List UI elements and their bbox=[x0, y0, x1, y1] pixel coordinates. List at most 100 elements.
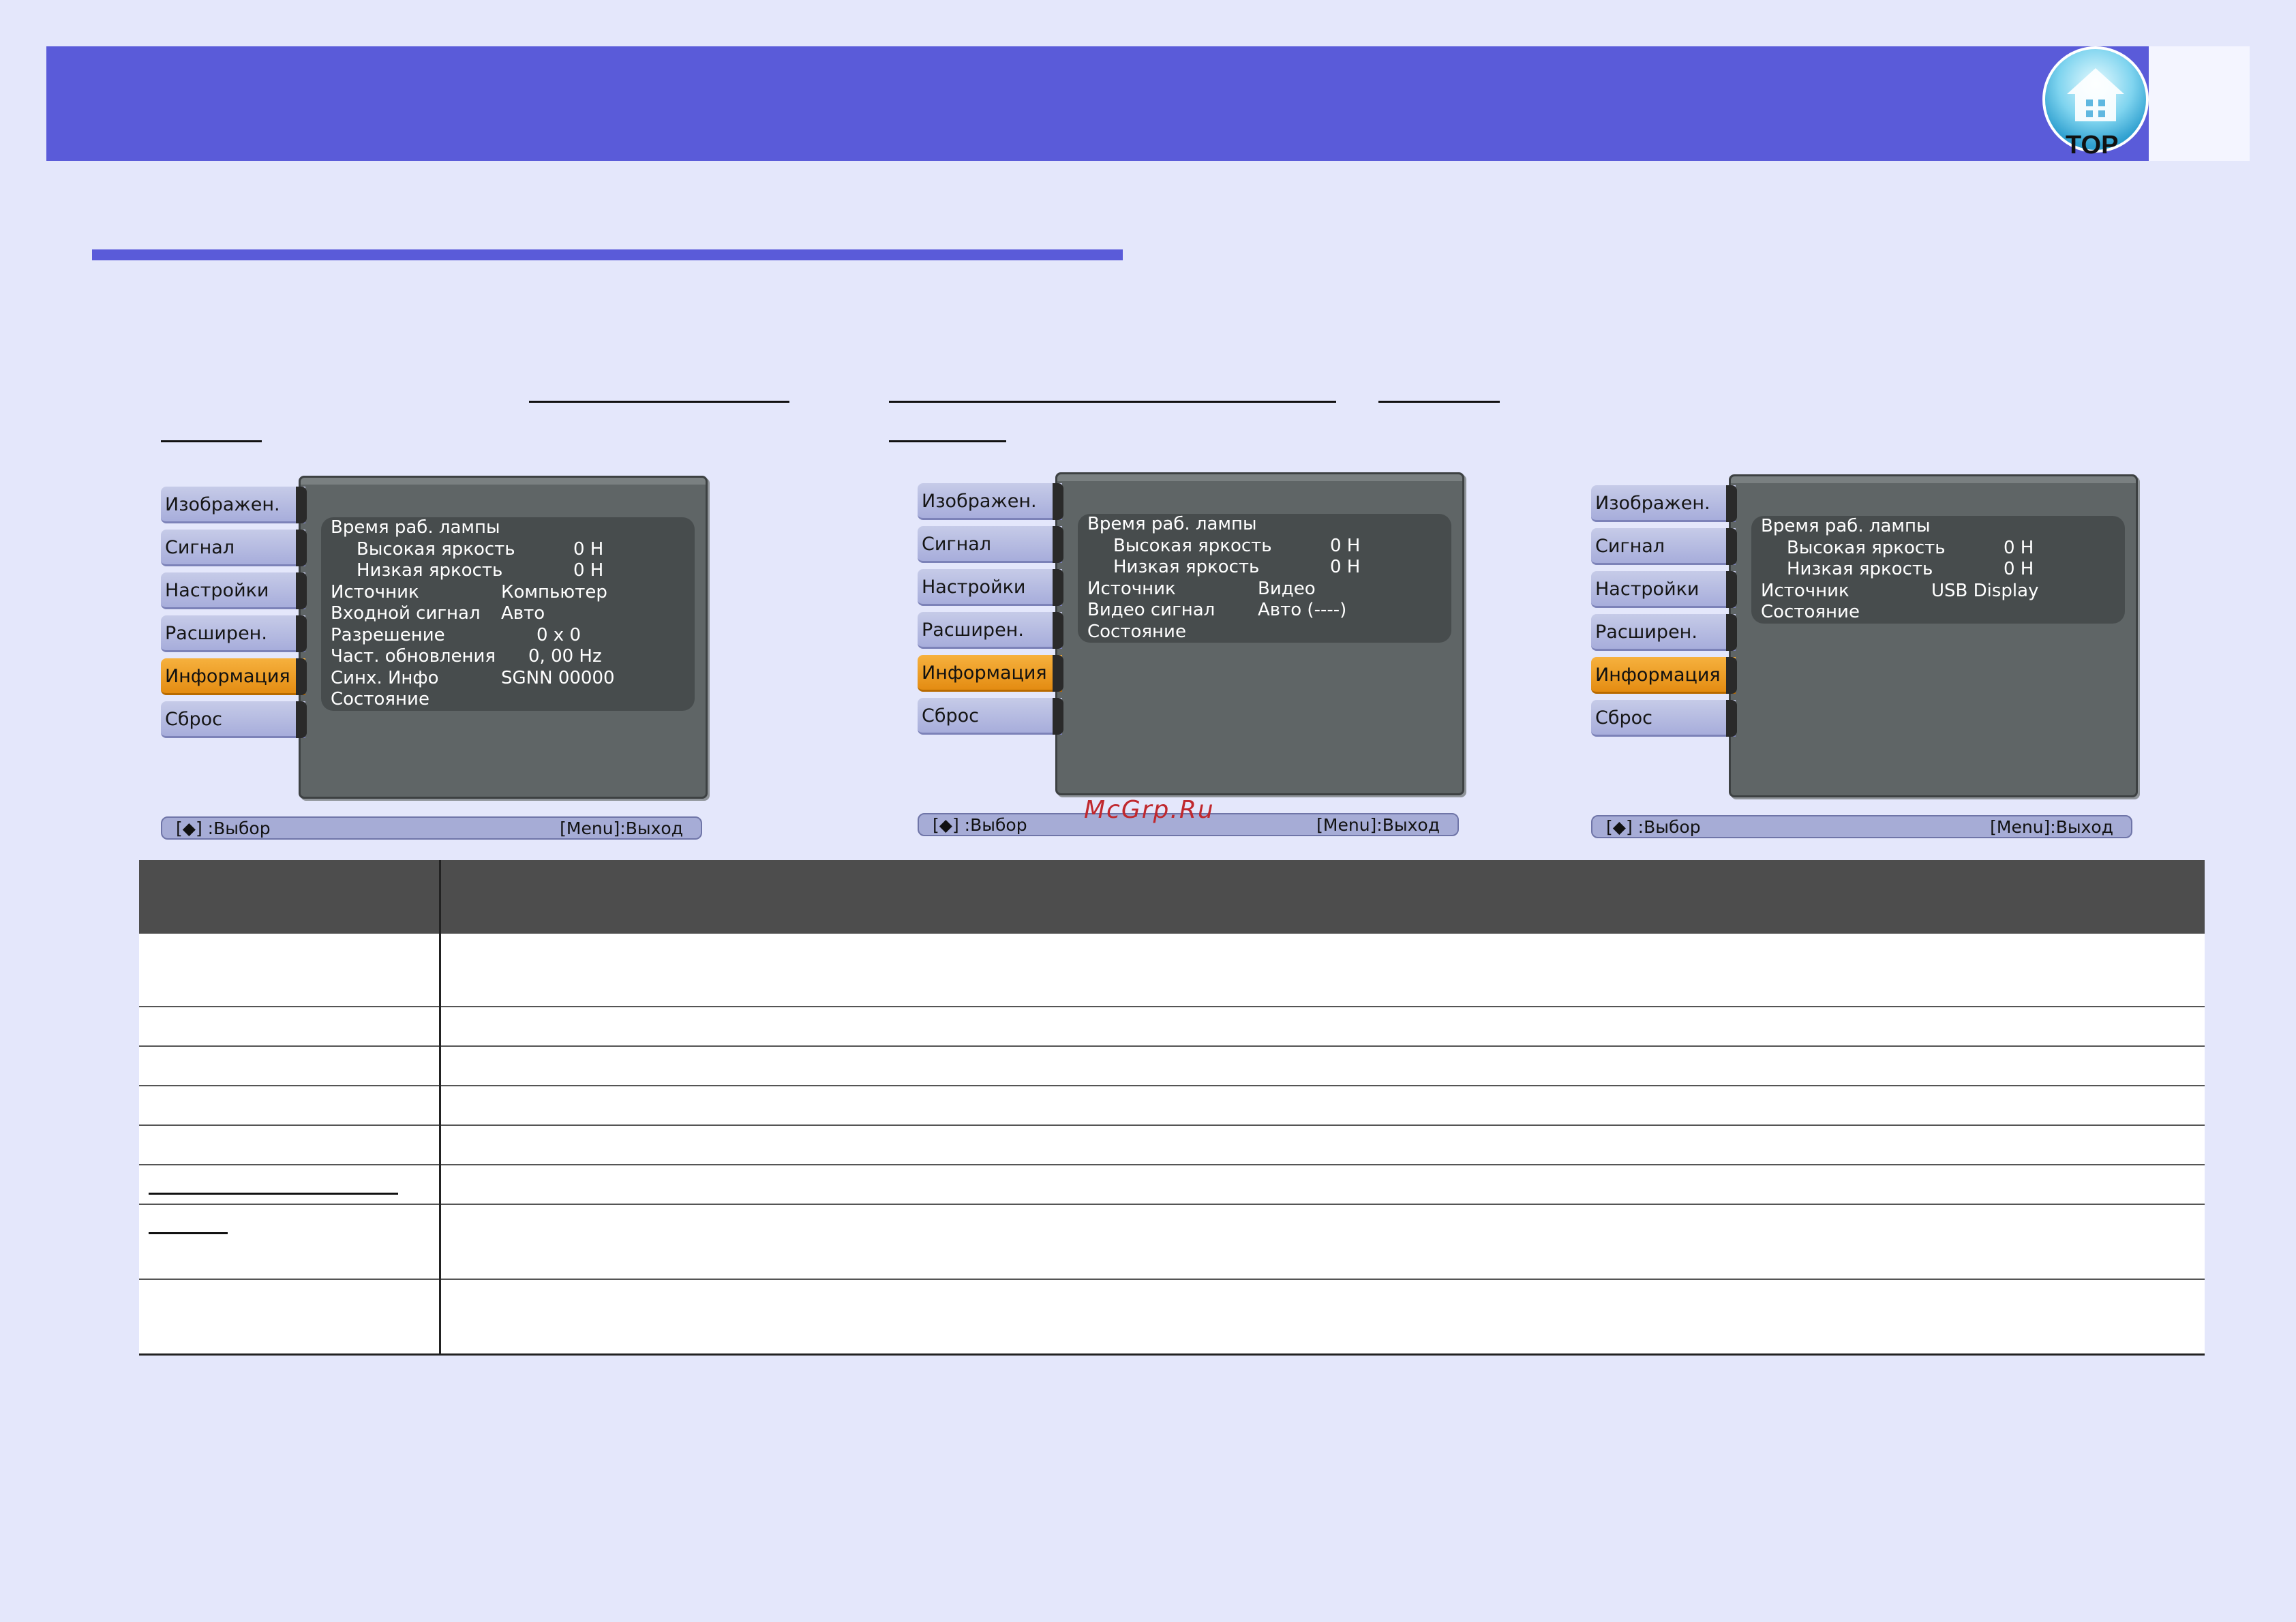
menu-row-label: Источник bbox=[1087, 578, 1176, 599]
menu-row-value: 0 H bbox=[2004, 559, 2034, 579]
menu-row[interactable]: Высокая яркость 0 H bbox=[1078, 536, 1451, 557]
menu-row[interactable]: Разрешение 0 x 0 bbox=[321, 625, 695, 647]
menu-row-label: Время раб. лампы bbox=[331, 517, 500, 538]
menu-row[interactable]: Входной сигнал Авто bbox=[321, 603, 695, 625]
menu-row[interactable]: Состояние bbox=[321, 689, 695, 711]
table-link-underline[interactable] bbox=[149, 1232, 228, 1234]
menu-row[interactable]: Низкая яркость 0 H bbox=[321, 560, 695, 582]
status-exit-hint: [Menu]:Выход bbox=[1316, 815, 1440, 835]
menu-tab[interactable]: Информация bbox=[918, 655, 1062, 692]
menu-row-label: Состояние bbox=[1761, 602, 1860, 622]
menu-row-label: Высокая яркость bbox=[1787, 537, 1946, 558]
menu-status-bar: [◆] :Выбор [Menu]:Выход bbox=[1591, 815, 2132, 838]
menu-tab[interactable]: Настройки bbox=[918, 569, 1062, 606]
status-select-hint: [◆] :Выбор bbox=[933, 815, 1027, 835]
menu-tab-edge bbox=[1053, 698, 1063, 735]
top-button[interactable]: TOP bbox=[2042, 45, 2149, 161]
table-row-divider bbox=[139, 1045, 2205, 1047]
menu-tab[interactable]: Расширен. bbox=[1591, 614, 1736, 651]
menu-tab[interactable]: Изображен. bbox=[918, 483, 1062, 520]
menu-tab[interactable]: Расширен. bbox=[918, 612, 1062, 649]
menu-tab[interactable]: Сброс bbox=[1591, 700, 1736, 737]
menu-tab[interactable]: Расширен. bbox=[161, 615, 305, 652]
menu-row[interactable]: Состояние bbox=[1078, 622, 1451, 643]
menu-row-label: Источник bbox=[1761, 580, 1849, 601]
table-column-divider bbox=[439, 860, 441, 1353]
menu-row[interactable]: Част. обновления 0, 00 Hz bbox=[321, 646, 695, 668]
menu-row-label: Низкая яркость bbox=[1787, 559, 1933, 579]
menu-tab-edge bbox=[1053, 526, 1063, 563]
menu-row[interactable]: Источник Компьютер bbox=[321, 582, 695, 604]
info-menu-screenshot: Время раб. лампы Высокая яркость 0 H Низкая… bbox=[918, 472, 1464, 838]
menu-row-label: Высокая яркость bbox=[1113, 535, 1272, 556]
menu-row[interactable]: Низкая яркость 0 H bbox=[1751, 559, 2125, 581]
menu-row-label: Видео сигнал bbox=[1087, 600, 1215, 620]
menu-tab[interactable]: Сигнал bbox=[1591, 528, 1736, 565]
link-underline[interactable] bbox=[529, 401, 789, 403]
menu-row[interactable]: Состояние bbox=[1751, 602, 2125, 624]
header-right-block bbox=[2149, 46, 2250, 161]
menu-row[interactable]: Синх. Инфо SGNN 00000 bbox=[321, 668, 695, 690]
menu-row[interactable]: Высокая яркость 0 H bbox=[321, 539, 695, 561]
menu-row[interactable]: Источник USB Display bbox=[1751, 581, 2125, 602]
menu-row[interactable]: Время раб. лампы bbox=[1751, 516, 2125, 538]
menu-row-value: Авто (----) bbox=[1258, 600, 1347, 620]
menu-tab[interactable]: Информация bbox=[1591, 657, 1736, 694]
table-link-underline[interactable] bbox=[149, 1193, 398, 1195]
link-underline[interactable] bbox=[161, 440, 262, 442]
menu-row-value: Авто bbox=[501, 603, 545, 624]
menu-tab[interactable]: Сброс bbox=[161, 701, 305, 738]
menu-row-value: 0, 00 Hz bbox=[528, 646, 602, 667]
menu-row-label: Низкая яркость bbox=[357, 560, 503, 581]
menu-row[interactable]: Время раб. лампы bbox=[1078, 514, 1451, 536]
menu-row[interactable]: Низкая яркость 0 H bbox=[1078, 557, 1451, 579]
menu-tab-edge bbox=[296, 701, 307, 738]
table-row-divider bbox=[139, 1279, 2205, 1280]
table-row-divider bbox=[139, 1164, 2205, 1165]
menu-row-label: Синх. Инфо bbox=[331, 667, 439, 688]
menu-row-label: Источник bbox=[331, 581, 419, 602]
menu-row-value: Видео bbox=[1258, 578, 1316, 599]
link-underline[interactable] bbox=[889, 401, 1336, 403]
menu-tab-edge bbox=[1053, 483, 1063, 520]
panel-top-strip bbox=[301, 478, 706, 485]
menu-tab-edge bbox=[296, 658, 307, 695]
menu-tab-edge bbox=[296, 572, 307, 609]
table-row-divider bbox=[139, 1085, 2205, 1086]
menu-tab-edge bbox=[1726, 700, 1737, 737]
menu-rows: Время раб. лампы Высокая яркость 0 H Низкая… bbox=[321, 517, 695, 711]
menu-row-label: Время раб. лампы bbox=[1087, 514, 1257, 534]
menu-tab[interactable]: Настройки bbox=[161, 572, 305, 609]
status-select-hint: [◆] :Выбор bbox=[1606, 817, 1701, 837]
menu-tab-edge bbox=[1726, 528, 1737, 565]
menu-row-value: 0 H bbox=[1330, 557, 1361, 577]
menu-row-label: Низкая яркость bbox=[1113, 557, 1260, 577]
menu-row-value: 0 H bbox=[573, 560, 604, 581]
menu-panel: Время раб. лампы Высокая яркость 0 H Низкая… bbox=[299, 476, 708, 799]
info-menu-screenshot: Время раб. лампы Высокая яркость 0 H Низкая… bbox=[1591, 474, 2138, 840]
menu-tab-edge bbox=[296, 615, 307, 652]
menu-tab[interactable]: Изображен. bbox=[1591, 485, 1736, 522]
menu-row-value: 0 H bbox=[1330, 535, 1361, 556]
menu-row-value: 0 x 0 bbox=[537, 624, 581, 645]
link-underline[interactable] bbox=[889, 440, 1006, 442]
status-exit-hint: [Menu]:Выход bbox=[560, 818, 683, 838]
watermark-text: McGrp.Ru bbox=[1084, 796, 1215, 824]
menu-row[interactable]: Видео сигнал Авто (----) bbox=[1078, 600, 1451, 622]
menu-rows: Время раб. лампы Высокая яркость 0 H Низкая… bbox=[1751, 516, 2125, 624]
menu-tab[interactable]: Сигнал bbox=[161, 530, 305, 566]
menu-tab[interactable]: Сброс bbox=[918, 698, 1062, 735]
menu-tab[interactable]: Настройки bbox=[1591, 571, 1736, 608]
menu-tab[interactable]: Информация bbox=[161, 658, 305, 695]
menu-tab[interactable]: Изображен. bbox=[161, 487, 305, 523]
menu-tab-edge bbox=[1726, 571, 1737, 608]
menu-row[interactable]: Источник Видео bbox=[1078, 579, 1451, 600]
menu-tab[interactable]: Сигнал bbox=[918, 526, 1062, 563]
menu-row[interactable]: Время раб. лампы bbox=[321, 517, 695, 539]
table-row-divider bbox=[139, 1204, 2205, 1205]
link-underline[interactable] bbox=[1378, 401, 1500, 403]
menu-row-label: Част. обновления bbox=[331, 646, 496, 667]
menu-row[interactable]: Высокая яркость 0 H bbox=[1751, 538, 2125, 560]
menu-tab-edge bbox=[1053, 612, 1063, 649]
menu-tab-edge bbox=[296, 487, 307, 523]
